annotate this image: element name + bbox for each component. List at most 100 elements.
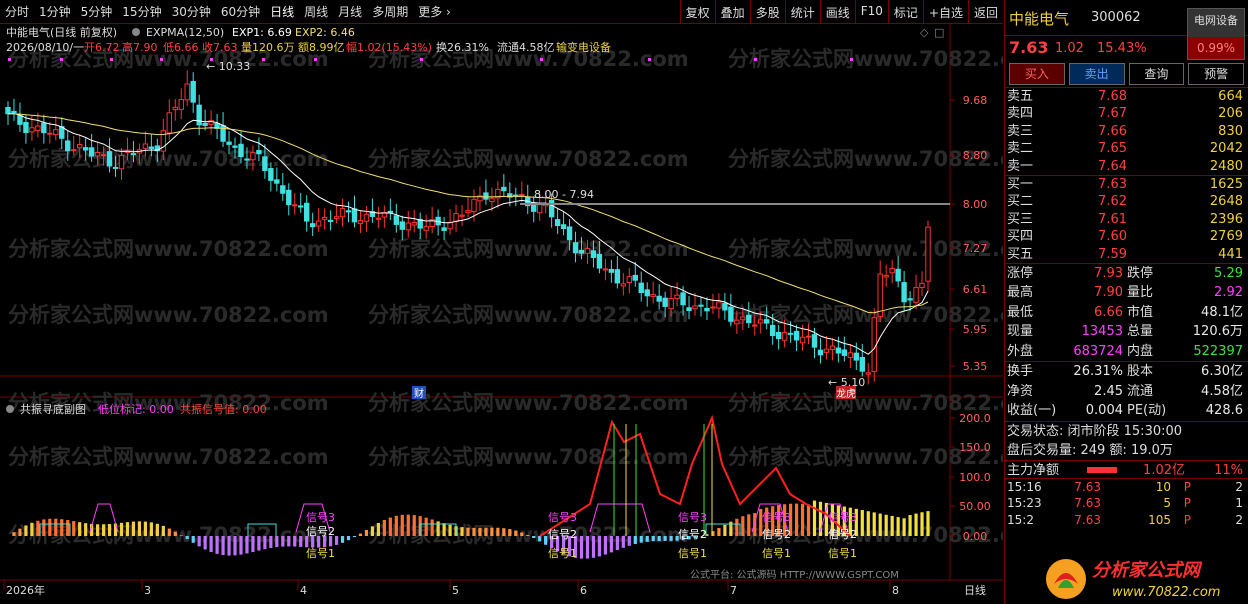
period-tab-6[interactable]: 日线 xyxy=(265,3,299,20)
histogram-bar xyxy=(197,536,201,547)
candle-body xyxy=(883,275,889,278)
candle-body xyxy=(632,274,638,281)
marker-dot xyxy=(60,58,63,61)
histogram-bar xyxy=(364,529,369,536)
candle-body xyxy=(118,154,125,170)
bid-row[interactable]: 买二 7.62 2648 xyxy=(1005,193,1248,210)
bid-label: 买四 xyxy=(1007,229,1034,245)
price-row: 7.63 1.02 15.43% xyxy=(1005,36,1248,60)
marker-dot xyxy=(420,58,423,61)
histogram-bar xyxy=(257,536,261,551)
period-tab-8[interactable]: 月线 xyxy=(333,3,367,20)
period-tab-4[interactable]: 30分钟 xyxy=(167,3,216,20)
kline-svg[interactable]: 分析家公式网www.70822.com 分析家公式网www.70822.com 分析… xyxy=(0,24,1049,604)
histogram-bar xyxy=(167,528,171,536)
stat-value: 4.58亿 xyxy=(1201,383,1243,399)
ask-volume: 664 xyxy=(1218,89,1243,104)
bid-price: 7.62 xyxy=(1098,194,1127,210)
period-tab-5[interactable]: 60分钟 xyxy=(216,3,265,20)
ask-row[interactable]: 卖五 7.68 664 xyxy=(1005,88,1248,105)
histogram-bar xyxy=(741,516,745,536)
ask-row[interactable]: 卖四 7.67 206 xyxy=(1005,105,1248,122)
histogram-bar xyxy=(484,527,488,536)
bid-row[interactable]: 买一 7.63 1625 xyxy=(1005,176,1248,193)
candle-body xyxy=(268,168,274,181)
tick-volume: 10 xyxy=(1155,479,1171,494)
bid-row[interactable]: 买五 7.59 441 xyxy=(1005,246,1248,263)
tick-count: 2 xyxy=(1235,512,1243,527)
toolbar-button-1[interactable]: 叠加 xyxy=(714,0,750,24)
candle-body xyxy=(405,222,411,231)
candle-body xyxy=(100,154,107,157)
histogram-bar xyxy=(54,518,58,536)
toolbar-button-5[interactable]: F10 xyxy=(854,0,888,24)
histogram-bar xyxy=(502,528,506,536)
query-button[interactable]: 查询 xyxy=(1128,63,1185,85)
histogram-bar xyxy=(735,518,739,536)
ask-label: 卖二 xyxy=(1007,141,1034,157)
ask-price: 7.64 xyxy=(1098,158,1127,174)
ask-row[interactable]: 卖二 7.65 2042 xyxy=(1005,140,1248,157)
candle-body xyxy=(758,319,764,324)
histogram-bar xyxy=(113,523,118,536)
ask-volume: 2042 xyxy=(1209,141,1243,157)
candle-body xyxy=(793,330,800,341)
kline-chart-area[interactable]: 分析家公式网www.70822.com 分析家公式网www.70822.com 分析… xyxy=(0,24,1049,604)
histogram-bar xyxy=(526,535,530,536)
histogram-bar xyxy=(926,511,930,536)
sub-low-label: 低位标记: 0.00 xyxy=(98,402,174,416)
last-price: 7.63 xyxy=(1009,38,1049,57)
histogram-bar xyxy=(663,536,667,541)
bid-row[interactable]: 买四 7.60 2769 xyxy=(1005,228,1248,245)
toolbar-button-7[interactable]: +自选 xyxy=(922,0,968,24)
stock-header: 中能电气 300062 电网设备 0.99% xyxy=(1005,0,1248,60)
date-axis-label: 2026年 xyxy=(6,583,45,597)
histogram-bar xyxy=(334,536,339,545)
histogram-bar xyxy=(107,524,112,536)
toolbar-button-2[interactable]: 多股 xyxy=(749,0,785,24)
histogram-bar xyxy=(185,536,189,540)
period-tab-0[interactable]: 分时 xyxy=(0,3,34,20)
sell-button[interactable]: 卖出 xyxy=(1068,63,1125,85)
histogram-bar xyxy=(215,536,219,554)
stat-label: 市值 xyxy=(1127,304,1154,320)
quote-stats-2: 换手 26.31% 股本 6.30亿 净资 2.45 流通 4.58亿 收益(一) 0.004 PE… xyxy=(1005,362,1248,422)
alert-button[interactable]: 预警 xyxy=(1188,63,1244,85)
period-tab-7[interactable]: 周线 xyxy=(299,3,333,20)
toolbar-button-0[interactable]: 复权 xyxy=(679,0,715,24)
stat-value: 48.1亿 xyxy=(1201,304,1243,320)
histogram-bar xyxy=(137,521,142,536)
bid-row[interactable]: 买三 7.61 2396 xyxy=(1005,211,1248,228)
candle-body xyxy=(184,83,190,101)
histogram-bar xyxy=(161,525,165,536)
histogram-bar xyxy=(179,535,183,536)
candle-body xyxy=(519,194,525,197)
toolbar-button-6[interactable]: 标记 xyxy=(887,0,923,24)
toolbar-button-3[interactable]: 统计 xyxy=(784,0,820,24)
period-tab-10[interactable]: 更多 › xyxy=(413,3,456,20)
tick-volume: 5 xyxy=(1163,496,1171,511)
candle-body xyxy=(94,152,101,157)
candle-body xyxy=(256,150,262,155)
candle-body xyxy=(853,352,860,361)
candle-body xyxy=(262,156,268,171)
period-tab-9[interactable]: 多周期 xyxy=(367,3,413,20)
ask-row[interactable]: 卖三 7.66 830 xyxy=(1005,123,1248,140)
histogram-bar xyxy=(287,536,291,547)
period-tab-3[interactable]: 15分钟 xyxy=(117,3,166,20)
candle-body xyxy=(465,210,471,213)
candle-body xyxy=(190,80,196,103)
candle-body xyxy=(142,143,149,149)
buy-button[interactable]: 买入 xyxy=(1009,63,1065,85)
toolbar-button-8[interactable]: 返回 xyxy=(967,0,1003,24)
period-tab-2[interactable]: 5分钟 xyxy=(76,3,118,20)
candle-body xyxy=(596,253,603,269)
stat-value: 2.45 xyxy=(1094,383,1123,399)
period-tab-1[interactable]: 1分钟 xyxy=(34,3,76,20)
histogram-bar xyxy=(609,536,613,553)
candle-body xyxy=(668,298,674,310)
candle-body xyxy=(423,225,429,231)
histogram-bar xyxy=(245,536,249,554)
toolbar-button-4[interactable]: 画线 xyxy=(819,0,855,24)
ask-row[interactable]: 卖一 7.64 2480 xyxy=(1005,158,1248,175)
